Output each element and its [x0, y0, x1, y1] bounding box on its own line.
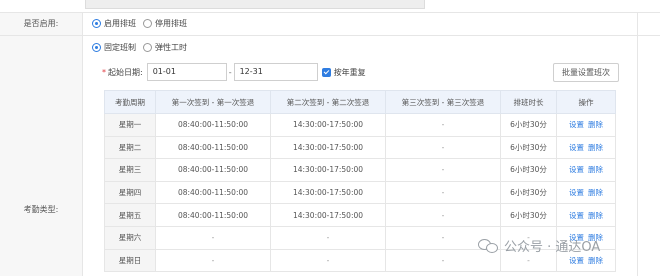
- flexible-hours-radio[interactable]: [143, 43, 152, 52]
- start-date-label: 起始日期:: [108, 67, 143, 77]
- attendance-type-options: 固定班制 弹性工时: [92, 42, 194, 53]
- shift3-cell: -: [385, 158, 501, 182]
- shift2-cell: 14:30:00-17:50:00: [270, 203, 386, 227]
- ops-cell: 设置 删除: [556, 158, 616, 182]
- fixed-schedule-radio[interactable]: [92, 43, 101, 52]
- batch-set-shifts-button[interactable]: 批量设置班次: [553, 63, 619, 82]
- duration-cell: 6小时30分: [500, 113, 557, 137]
- day-cell: 星期一: [104, 113, 156, 137]
- ops-cell: 设置 删除: [556, 180, 616, 205]
- date-range-row: * 起始日期: 01-01 - 12-31 按年重复: [102, 63, 366, 81]
- shift1-cell: -: [155, 225, 271, 250]
- top-partial-field: [85, 0, 425, 9]
- column-header: 排班时长: [500, 90, 557, 114]
- shift1-cell: 08:40:00-11:50:00: [155, 158, 271, 182]
- table-row: 星期二 08:40:00-11:50:00 14:30:00-17:50:00 …: [104, 135, 616, 160]
- required-mark: *: [102, 67, 106, 77]
- set-link[interactable]: 设置: [569, 120, 584, 129]
- attendance-type-label: 考勤类型:: [0, 36, 82, 276]
- day-cell: 星期日: [104, 248, 156, 273]
- shift2-cell: 14:30:00-17:50:00: [270, 158, 386, 182]
- date-separator: -: [228, 67, 232, 77]
- repeat-yearly-checkbox[interactable]: [321, 67, 331, 77]
- column-header: 第一次签到 - 第一次签退: [155, 90, 271, 114]
- watermark: 公众号 · 通达OA: [478, 236, 600, 255]
- duration-cell: 6小时30分: [500, 203, 557, 227]
- table-row: 星期三 08:40:00-11:50:00 14:30:00-17:50:00 …: [104, 158, 616, 182]
- shift1-cell: 08:40:00-11:50:00: [155, 135, 271, 160]
- shift1-cell: 08:40:00-11:50:00: [155, 113, 271, 137]
- column-header: 操作: [556, 90, 616, 114]
- end-date-input[interactable]: 12-31: [233, 63, 318, 81]
- shift2-cell: -: [270, 225, 386, 250]
- duration-cell: 6小时30分: [500, 158, 557, 182]
- shift3-cell: -: [385, 135, 501, 160]
- shift3-cell: -: [385, 180, 501, 205]
- shift2-cell: 14:30:00-17:50:00: [270, 135, 386, 160]
- repeat-yearly-label: 按年重复: [333, 67, 366, 77]
- enable-option-label: 启用排班: [104, 19, 136, 28]
- enable-options: 启用排班 停用排班: [92, 18, 194, 29]
- start-date-input[interactable]: 01-01: [146, 63, 227, 81]
- enable-option-label: 停用排班: [155, 19, 187, 28]
- divider: [0, 35, 660, 36]
- delete-link[interactable]: 删除: [588, 211, 603, 220]
- ops-cell: 设置 删除: [556, 113, 616, 137]
- shift2-cell: 14:30:00-17:50:00: [270, 113, 386, 137]
- ops-cell: 设置 删除: [556, 203, 616, 227]
- day-cell: 星期三: [104, 158, 156, 182]
- divider: [637, 12, 638, 276]
- attendance-option-label: 固定班制: [104, 43, 136, 52]
- duration-cell: 6小时30分: [500, 135, 557, 160]
- set-link[interactable]: 设置: [569, 188, 584, 197]
- set-link[interactable]: 设置: [569, 211, 584, 220]
- day-cell: 星期六: [104, 225, 156, 250]
- day-cell: 星期五: [104, 203, 156, 227]
- delete-link[interactable]: 删除: [588, 188, 603, 197]
- column-header: 第二次签到 - 第二次签退: [270, 90, 386, 114]
- delete-link[interactable]: 删除: [588, 165, 603, 174]
- set-link[interactable]: 设置: [569, 256, 584, 265]
- divider: [0, 12, 660, 13]
- watermark-text: 公众号 · 通达OA: [504, 240, 601, 255]
- attendance-option-label: 弹性工时: [155, 43, 187, 52]
- column-header: 考勤周期: [104, 90, 156, 114]
- shift2-cell: -: [270, 248, 386, 273]
- enable-radio-off[interactable]: [143, 19, 152, 28]
- table-row: 星期五 08:40:00-11:50:00 14:30:00-17:50:00 …: [104, 203, 616, 227]
- shift1-cell: 08:40:00-11:50:00: [155, 203, 271, 227]
- shift3-cell: -: [385, 203, 501, 227]
- table-row: 星期一 08:40:00-11:50:00 14:30:00-17:50:00 …: [104, 113, 616, 137]
- day-cell: 星期四: [104, 180, 156, 205]
- duration-cell: 6小时30分: [500, 180, 557, 205]
- day-cell: 星期二: [104, 135, 156, 160]
- ops-cell: 设置 删除: [556, 135, 616, 160]
- delete-link[interactable]: 删除: [588, 256, 603, 265]
- delete-link[interactable]: 删除: [588, 143, 603, 152]
- table-header-row: 考勤周期 第一次签到 - 第一次签退 第二次签到 - 第二次签退 第三次签到 -…: [104, 90, 616, 114]
- table-row: 星期四 08:40:00-11:50:00 14:30:00-17:50:00 …: [104, 180, 616, 205]
- column-header: 第三次签到 - 第三次签退: [385, 90, 501, 114]
- shift2-cell: 14:30:00-17:50:00: [270, 180, 386, 205]
- set-link[interactable]: 设置: [569, 165, 584, 174]
- wechat-icon: [478, 238, 500, 254]
- enable-radio-on[interactable]: [92, 19, 101, 28]
- shift1-cell: 08:40:00-11:50:00: [155, 180, 271, 205]
- delete-link[interactable]: 删除: [588, 120, 603, 129]
- shift3-cell: -: [385, 113, 501, 137]
- shift1-cell: -: [155, 248, 271, 273]
- divider: [82, 12, 83, 276]
- set-link[interactable]: 设置: [569, 143, 584, 152]
- enable-label: 是否启用:: [0, 13, 82, 35]
